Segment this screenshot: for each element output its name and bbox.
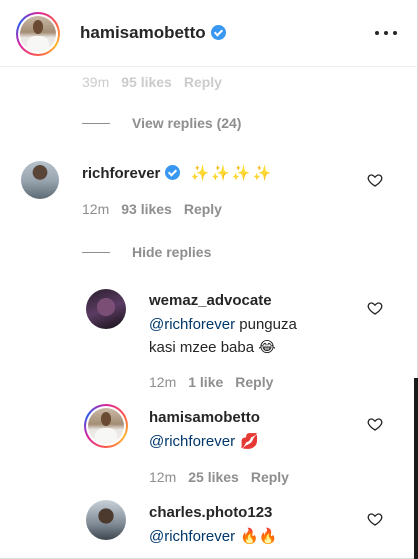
mention-link[interactable]: @richforever <box>149 433 235 450</box>
kiss-emoji: 💋 <box>240 433 259 450</box>
comment-meta: 12m 93 likes Reply <box>82 201 234 217</box>
heart-icon[interactable] <box>367 416 383 432</box>
avatar-ring[interactable] <box>84 404 128 448</box>
reply-text: @richforever 💋 <box>149 432 259 450</box>
reply-text: @richforever punguza <box>149 316 297 333</box>
mention-link[interactable]: @richforever <box>149 316 235 333</box>
comment-time: 12m <box>149 469 177 485</box>
verified-badge-icon <box>210 25 226 40</box>
more-dot-icon <box>384 31 388 35</box>
reply-button[interactable]: Reply <box>235 374 273 390</box>
reply-button[interactable]: Reply <box>184 74 222 90</box>
comment-meta-top: 39m 95 likes Reply <box>82 74 234 90</box>
reply-button[interactable]: Reply <box>184 201 222 217</box>
comment-meta: 12m 25 likes Reply <box>149 469 301 485</box>
comment-text: ✨✨✨✨ <box>190 165 274 182</box>
reply-text-line2: kasi mzee baba 😂 <box>149 338 276 356</box>
hide-replies-button[interactable]: Hide replies <box>132 244 211 260</box>
avatar[interactable] <box>88 408 124 444</box>
post-header: hamisamobetto <box>0 0 417 67</box>
avatar[interactable] <box>86 500 126 540</box>
comment-likes[interactable]: 93 likes <box>121 201 172 217</box>
hide-replies-line <box>82 252 110 253</box>
reply-text: @richforever 🔥🔥 <box>149 527 277 545</box>
comment-username[interactable]: wemaz_advocate <box>149 292 272 309</box>
mention-link[interactable]: @richforever <box>149 528 235 545</box>
comment-text: punguza <box>235 316 297 333</box>
fire-emoji: 🔥🔥 <box>240 528 278 545</box>
comment-likes[interactable]: 1 like <box>188 374 223 390</box>
more-options-button[interactable] <box>375 24 397 42</box>
comment-time: 12m <box>149 374 177 390</box>
reply-button[interactable]: Reply <box>251 469 289 485</box>
reply-wemaz: wemaz_advocate <box>149 292 272 309</box>
window-edge <box>414 378 418 559</box>
comment-likes[interactable]: 95 likes <box>121 74 172 90</box>
header-avatar-ring[interactable] <box>16 12 60 56</box>
comment-username[interactable]: hamisamobetto <box>149 409 260 426</box>
header-username[interactable]: hamisamobetto <box>80 23 206 42</box>
comment-time: 12m <box>82 201 110 217</box>
view-replies-button[interactable]: View replies (24) <box>132 115 241 131</box>
comment-time: 39m <box>82 74 110 90</box>
more-dot-icon <box>393 31 397 35</box>
comment-username[interactable]: charles.photo123 <box>149 504 272 521</box>
comment-text: kasi mzee baba <box>149 339 259 356</box>
laughing-emoji: 😂 <box>258 339 276 356</box>
view-replies-line <box>82 123 110 124</box>
header-username-row: hamisamobetto <box>80 23 226 43</box>
heart-icon[interactable] <box>367 172 383 188</box>
avatar[interactable] <box>20 16 56 52</box>
more-dot-icon <box>375 31 379 35</box>
reply-charles: charles.photo123 <box>149 504 272 521</box>
comment-meta: 12m 1 like Reply <box>149 374 285 390</box>
avatar[interactable] <box>21 161 59 199</box>
avatar[interactable] <box>86 289 126 329</box>
reply-hamisa: hamisamobetto <box>149 409 260 426</box>
heart-icon[interactable] <box>367 511 383 527</box>
comment-rich: richforever ✨✨✨✨ <box>82 164 273 182</box>
comment-username[interactable]: richforever <box>82 165 160 182</box>
heart-icon[interactable] <box>367 300 383 316</box>
verified-badge-icon <box>165 165 181 180</box>
comment-likes[interactable]: 25 likes <box>188 469 239 485</box>
